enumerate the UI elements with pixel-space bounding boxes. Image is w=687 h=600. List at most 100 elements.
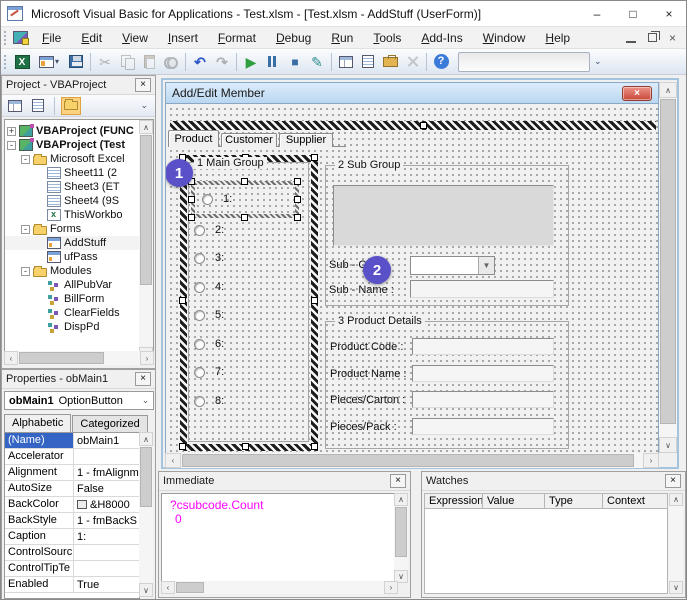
product-code-textbox[interactable] (412, 338, 554, 355)
column-expression[interactable]: Expression (425, 494, 483, 508)
radio-icon[interactable] (194, 310, 205, 321)
reset-button[interactable]: ■ (284, 51, 306, 73)
scroll-up-icon[interactable]: ∧ (139, 120, 153, 134)
help-button[interactable]: ? (430, 51, 452, 73)
undo-button[interactable]: ↶ (189, 51, 211, 73)
properties-close-icon[interactable]: × (135, 372, 151, 386)
project-hscrollbar[interactable]: ‹ › (4, 351, 154, 365)
scroll-up-icon[interactable]: ∧ (394, 493, 408, 506)
immediate-titlebar[interactable]: Immediate × (159, 472, 410, 491)
property-row[interactable]: ControlTipTe (5, 561, 139, 577)
copy-button[interactable] (116, 51, 138, 73)
mdi-minimize-icon[interactable] (626, 33, 636, 43)
scroll-up-icon[interactable]: ∧ (139, 432, 153, 446)
scroll-thumb[interactable] (140, 135, 152, 285)
optionbutton-7[interactable]: 7: (194, 366, 224, 378)
properties-window-button[interactable] (357, 51, 379, 73)
resize-handle[interactable] (294, 178, 301, 185)
menu-debug[interactable]: Debug (268, 29, 319, 47)
optionbutton-8[interactable]: 8: (194, 395, 224, 407)
pieces-pack-textbox[interactable] (412, 418, 554, 435)
resize-handle[interactable] (241, 214, 248, 221)
tree-item-modules[interactable]: -Modules (5, 264, 141, 278)
toolbar-edit-box[interactable] (458, 52, 590, 72)
view-code-button[interactable] (5, 97, 25, 115)
userform-close-icon[interactable]: × (622, 86, 652, 101)
radio-icon[interactable] (202, 194, 213, 205)
tree-item-allpubvar[interactable]: AllPubVar (5, 278, 141, 292)
column-context[interactable]: Context (603, 494, 667, 508)
sub-code-combobox[interactable]: ▼ (410, 256, 495, 275)
dropdown-arrow-icon[interactable]: ▾ (55, 57, 59, 66)
sub-group-listbox[interactable] (333, 185, 554, 246)
tree-item-ufpass[interactable]: ufPass (5, 250, 141, 264)
scroll-thumb[interactable] (660, 99, 676, 424)
scroll-thumb[interactable] (182, 454, 634, 467)
cut-button[interactable]: ✂ (94, 51, 116, 73)
paste-button[interactable] (138, 51, 160, 73)
combo-chevron-icon[interactable]: ⌄ (138, 395, 153, 406)
tree-item-sheet3[interactable]: Sheet3 (ET (5, 180, 141, 194)
scroll-down-icon[interactable]: ∨ (669, 581, 683, 594)
optionbutton-6[interactable]: 6: (194, 338, 224, 350)
property-row[interactable]: (Name)obMain1 (5, 433, 139, 449)
menubar-grip[interactable] (3, 30, 8, 46)
scroll-thumb[interactable] (140, 447, 152, 507)
menu-format[interactable]: Format (210, 29, 264, 47)
scroll-left-icon[interactable]: ‹ (4, 351, 18, 365)
column-type[interactable]: Type (545, 494, 603, 508)
menu-help[interactable]: Help (537, 29, 578, 47)
scroll-thumb[interactable] (395, 507, 407, 557)
tab-product[interactable]: Product (168, 130, 219, 147)
minimize-button[interactable]: – (586, 3, 608, 25)
optionbutton-2[interactable]: 2: (194, 224, 224, 236)
tree-item-excel-objects[interactable]: -Microsoft Excel (5, 152, 141, 166)
immediate-vscrollbar[interactable]: ∧ ∨ (394, 493, 408, 583)
watches-close-icon[interactable]: × (665, 474, 681, 488)
optionbutton-1[interactable]: 1: (202, 193, 232, 205)
designer-vscrollbar[interactable]: ∧ ∨ (659, 82, 677, 453)
designer-hscrollbar[interactable]: ‹ › (165, 453, 659, 468)
expand-icon[interactable]: + (7, 127, 16, 136)
property-row[interactable]: Caption1: (5, 529, 139, 545)
break-button[interactable] (262, 51, 284, 73)
view-object-button[interactable] (28, 97, 48, 115)
find-button[interactable] (160, 51, 182, 73)
userform-titlebar[interactable]: Add/Edit Member × (166, 83, 658, 104)
scroll-right-icon[interactable]: › (140, 351, 154, 365)
tab-alphabetic[interactable]: Alphabetic (4, 414, 71, 433)
watches-titlebar[interactable]: Watches × (422, 472, 685, 491)
project-vscrollbar[interactable]: ∧ ∨ (139, 120, 153, 361)
tree-item-thisworkbook[interactable]: ThisWorkbo (5, 208, 141, 222)
tree-item-clearfields[interactable]: ClearFields (5, 306, 141, 320)
immediate-hscrollbar[interactable]: ‹ › (161, 581, 398, 594)
scroll-thumb[interactable] (19, 352, 104, 364)
menu-tools[interactable]: Tools (365, 29, 409, 47)
multipage-selection-hatch[interactable] (170, 121, 656, 130)
resize-handle[interactable] (241, 178, 248, 185)
optionbutton-3[interactable]: 3: (194, 252, 224, 264)
collapse-icon[interactable]: - (7, 141, 16, 150)
watches-list[interactable] (424, 509, 668, 594)
toolbox-button[interactable] (401, 51, 423, 73)
project-close-icon[interactable]: × (135, 78, 151, 92)
tree-item-sheet4[interactable]: Sheet4 (9S (5, 194, 141, 208)
resize-handle[interactable] (311, 154, 318, 161)
property-row[interactable]: AutoSizeFalse (5, 481, 139, 497)
property-row[interactable]: Alignment1 - fmAlignm (5, 465, 139, 481)
run-button[interactable]: ▶ (240, 51, 262, 73)
design-mode-button[interactable]: ✎ (306, 51, 328, 73)
radio-icon[interactable] (194, 225, 205, 236)
scroll-thumb[interactable] (176, 582, 204, 593)
properties-vscrollbar[interactable]: ∧ ∨ (139, 432, 153, 597)
project-explorer-button[interactable] (335, 51, 357, 73)
toolbar-grip[interactable] (3, 54, 8, 70)
property-row[interactable]: EnabledTrue (5, 577, 139, 593)
collapse-icon[interactable]: - (21, 267, 30, 276)
resize-handle[interactable] (311, 297, 318, 304)
resize-handle[interactable] (242, 443, 249, 450)
frame-selection-hatch-bottom[interactable] (180, 444, 318, 451)
mdi-restore-icon[interactable] (648, 33, 657, 42)
scroll-left-icon[interactable]: ‹ (165, 453, 181, 468)
userform-canvas[interactable]: Product Customer Supplier (166, 104, 658, 453)
